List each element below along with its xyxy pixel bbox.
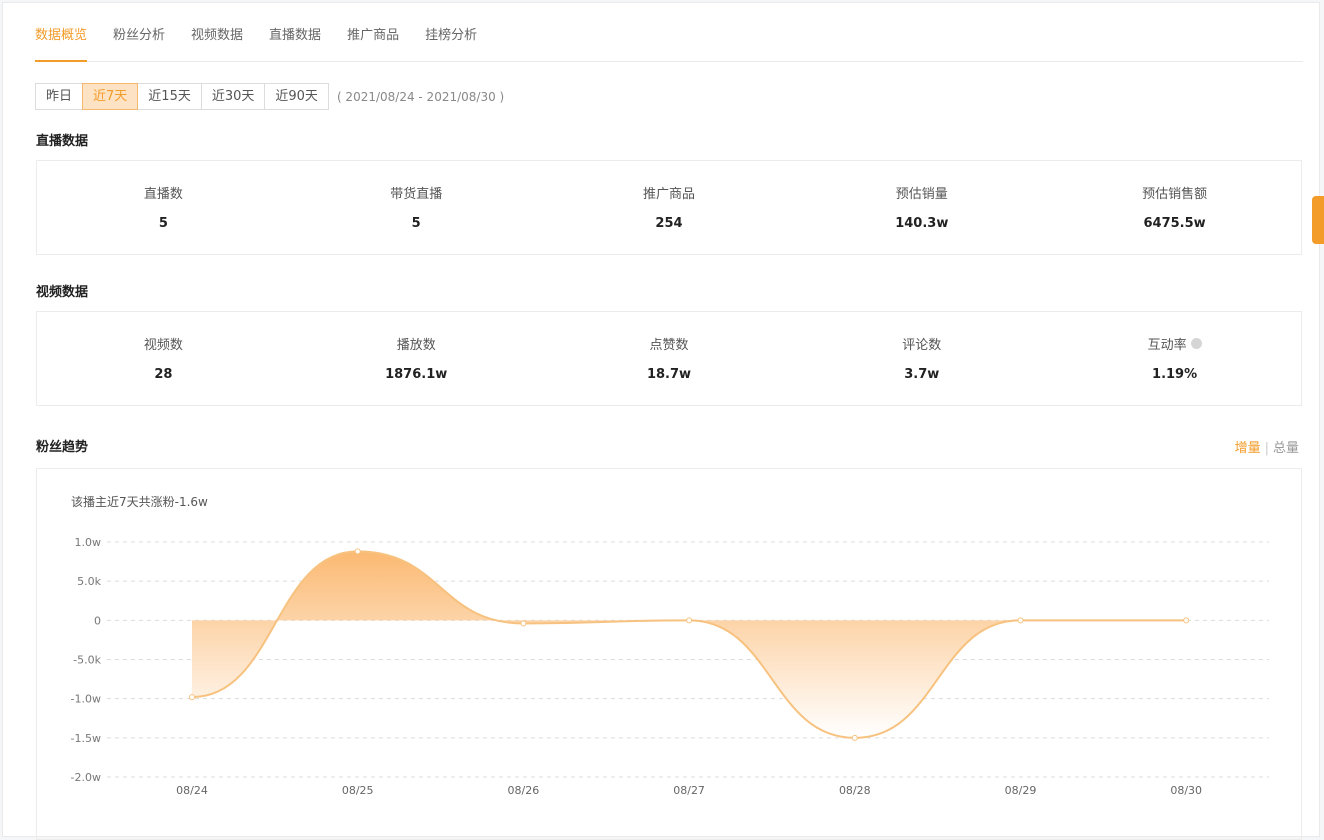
stat-label: 推广商品 [543, 183, 796, 202]
stat-label-text: 预估销售额 [1142, 187, 1208, 202]
stat-label: 带货直播 [290, 183, 543, 202]
stat-value: 1876.1w [385, 367, 448, 382]
date-range-selector: 昨日 近7天 近15天 近30天 近90天 ( 2021/08/24 - 2021/08… [35, 83, 504, 110]
fans-mode-toggle: 增量 | 总量 [1235, 437, 1299, 456]
data-point [354, 548, 361, 555]
stat-value: 254 [655, 216, 683, 231]
y-tick-label: 1.0w [75, 536, 102, 549]
data-point [520, 620, 527, 627]
data-point [1183, 617, 1190, 624]
y-tick-label: -1.0w [71, 693, 101, 706]
stat-value: 5 [411, 216, 421, 231]
stat-item: 点赞数 18.7w [543, 312, 796, 405]
nav-tabs: 数据概览 粉丝分析 视频数据 直播数据 推广商品 挂榜分析 [35, 17, 1303, 62]
x-tick-label: 08/24 [176, 784, 208, 797]
stat-label-text: 带货直播 [390, 187, 443, 202]
y-tick-label: -2.0w [71, 771, 101, 784]
stat-item: 视频数 28 [37, 312, 290, 405]
stat-label-text: 视频数 [143, 338, 183, 353]
stat-item: 评论数 3.7w [795, 312, 1048, 405]
stat-label-text: 直播数 [143, 187, 183, 202]
x-tick-label: 08/27 [673, 784, 705, 797]
y-tick-label: 0 [94, 614, 101, 627]
stat-value: 6475.5w [1143, 216, 1206, 231]
info-icon[interactable] [1190, 338, 1202, 349]
live-stats-card: 直播数 5 带货直播 5 推广商品 254 预估销量 140.3w 预估销售额 6475.5w [36, 160, 1302, 255]
stat-value: 5 [158, 216, 168, 231]
range-button-4[interactable]: 近90天 [264, 83, 329, 110]
stat-label-text: 预估销量 [895, 187, 948, 202]
tab-0[interactable]: 数据概览 [35, 17, 88, 62]
tab-5[interactable]: 挂榜分析 [425, 17, 477, 61]
y-tick-label: 5.0k [77, 575, 101, 588]
range-button-2[interactable]: 近15天 [137, 83, 202, 110]
tab-1[interactable]: 粉丝分析 [113, 17, 165, 61]
date-range-text: ( 2021/08/24 - 2021/08/30 ) [336, 89, 505, 104]
stat-item: 直播数 5 [37, 161, 290, 254]
y-tick-label: -5.0k [73, 654, 101, 667]
stat-item: 带货直播 5 [290, 161, 543, 254]
data-point [189, 694, 195, 701]
stat-item: 播放数 1876.1w [290, 312, 543, 405]
range-button-1[interactable]: 近7天 [82, 83, 139, 110]
stat-label: 视频数 [37, 334, 290, 353]
stat-value: 28 [154, 367, 173, 382]
fans-trend-chart-svg: 1.0w 5.0k 0 -5.0k -1.0w -1.5w -2.0w 08/24 08/25 0… [71, 536, 1269, 797]
toggle-separator: | [1264, 441, 1269, 456]
stat-value: 1.19% [1152, 367, 1198, 382]
data-point [686, 617, 693, 624]
tab-3[interactable]: 直播数据 [269, 17, 321, 61]
x-tick-label: 08/29 [1005, 784, 1037, 797]
stat-item: 互动率 1.19% [1048, 312, 1301, 405]
data-point [851, 734, 858, 741]
tab-4[interactable]: 推广商品 [347, 17, 399, 61]
video-stats-card: 视频数 28 播放数 1876.1w 点赞数 18.7w 评论数 3.7w 互动率 1.19% [36, 311, 1302, 406]
stat-value: 3.7w [904, 367, 940, 382]
x-tick-label: 08/25 [342, 784, 374, 797]
video-section-title: 视频数据 [36, 285, 89, 300]
page-panel: 数据概览 粉丝分析 视频数据 直播数据 推广商品 挂榜分析 昨日 近7天 近15天 近30天 近9… [2, 2, 1320, 840]
tab-2[interactable]: 视频数据 [191, 17, 243, 61]
live-section-title: 直播数据 [36, 134, 89, 149]
stat-item: 预估销售额 6475.5w [1048, 161, 1301, 254]
stat-value: 140.3w [895, 216, 949, 231]
toggle-total[interactable]: 总量 [1273, 441, 1299, 456]
stat-label: 预估销售额 [1048, 183, 1301, 202]
x-tick-label: 08/28 [839, 784, 871, 797]
range-button-3[interactable]: 近30天 [200, 83, 266, 110]
fans-section-title: 粉丝趋势 [36, 440, 89, 455]
toggle-increment[interactable]: 增量 [1235, 441, 1261, 456]
stat-label-text: 评论数 [902, 338, 942, 353]
stat-label: 点赞数 [543, 334, 796, 353]
stat-label: 播放数 [290, 334, 543, 353]
stat-label: 评论数 [795, 334, 1048, 353]
area-fill [192, 551, 1187, 738]
x-tick-label: 08/26 [508, 784, 540, 797]
stat-label: 直播数 [37, 183, 290, 202]
stat-label: 预估销量 [795, 183, 1048, 202]
stat-label: 互动率 [1048, 334, 1301, 353]
stat-label-text: 互动率 [1147, 338, 1187, 353]
stat-label-text: 点赞数 [649, 338, 689, 353]
stat-item: 预估销量 140.3w [795, 161, 1048, 254]
stat-item: 推广商品 254 [543, 161, 796, 254]
side-float-tab[interactable] [1312, 196, 1324, 244]
x-tick-label: 08/30 [1170, 784, 1202, 797]
y-tick-label: -1.5w [71, 732, 101, 745]
stat-value: 18.7w [646, 367, 692, 382]
stat-label-text: 播放数 [396, 338, 436, 353]
range-button-group: 昨日 近7天 近15天 近30天 近90天 [35, 83, 329, 110]
fans-trend-chart: 该播主近7天共涨粉-1.6w 1.0w 5.0k 0 -5.0k -1.0w -1.5w -… [36, 468, 1302, 840]
data-point [1017, 617, 1024, 624]
range-button-0[interactable]: 昨日 [35, 83, 84, 110]
stat-label-text: 推广商品 [642, 187, 695, 202]
